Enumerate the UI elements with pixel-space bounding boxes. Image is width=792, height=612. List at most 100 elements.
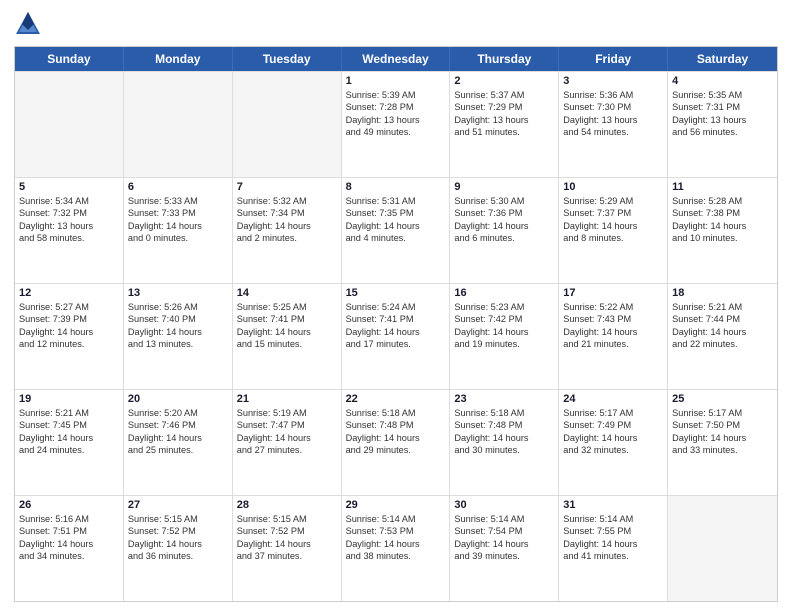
day-number: 2 <box>454 75 554 87</box>
week-row-1: 1Sunrise: 5:39 AMSunset: 7:28 PMDaylight… <box>15 71 777 177</box>
cell-line-2: Daylight: 13 hours <box>563 114 663 126</box>
cell-line-3: and 25 minutes. <box>128 444 228 456</box>
logo <box>14 10 46 38</box>
day-number: 10 <box>563 181 663 193</box>
cell-line-3: and 38 minutes. <box>346 550 446 562</box>
day-number: 19 <box>19 393 119 405</box>
week-row-2: 5Sunrise: 5:34 AMSunset: 7:32 PMDaylight… <box>15 177 777 283</box>
cell-line-1: Sunset: 7:52 PM <box>128 525 228 537</box>
day-cell-23: 23Sunrise: 5:18 AMSunset: 7:48 PMDayligh… <box>450 390 559 495</box>
cell-line-1: Sunset: 7:46 PM <box>128 419 228 431</box>
day-number: 24 <box>563 393 663 405</box>
cell-line-2: Daylight: 14 hours <box>128 432 228 444</box>
calendar: SundayMondayTuesdayWednesdayThursdayFrid… <box>14 46 778 602</box>
day-number: 16 <box>454 287 554 299</box>
cell-line-2: Daylight: 14 hours <box>454 326 554 338</box>
cell-line-3: and 10 minutes. <box>672 232 773 244</box>
day-number: 21 <box>237 393 337 405</box>
cell-line-2: Daylight: 14 hours <box>563 432 663 444</box>
day-cell-22: 22Sunrise: 5:18 AMSunset: 7:48 PMDayligh… <box>342 390 451 495</box>
day-number: 9 <box>454 181 554 193</box>
cell-line-0: Sunrise: 5:19 AM <box>237 407 337 419</box>
cell-line-1: Sunset: 7:51 PM <box>19 525 119 537</box>
day-cell-12: 12 Sunrise: 5:27 AMSunset: 7:39 PMDayligh… <box>15 284 124 389</box>
day-number: 22 <box>346 393 446 405</box>
cell-line-3: and 27 minutes. <box>237 444 337 456</box>
cell-line-3: and 58 minutes. <box>19 232 119 244</box>
cell-line-2: Daylight: 14 hours <box>454 432 554 444</box>
cell-line-1: Sunset: 7:40 PM <box>128 313 228 325</box>
day-cell-18: 18Sunrise: 5:21 AMSunset: 7:44 PMDayligh… <box>668 284 777 389</box>
cell-line-3: and 17 minutes. <box>346 338 446 350</box>
cell-line-1: Sunset: 7:35 PM <box>346 207 446 219</box>
cell-line-0: Sunrise: 5:27 AM <box>19 301 119 313</box>
day-cell-3: 3Sunrise: 5:36 AMSunset: 7:30 PMDaylight… <box>559 72 668 177</box>
day-cell-25: 25Sunrise: 5:17 AMSunset: 7:50 PMDayligh… <box>668 390 777 495</box>
day-number: 8 <box>346 181 446 193</box>
day-number: 15 <box>346 287 446 299</box>
cell-line-3: and 54 minutes. <box>563 126 663 138</box>
cell-line-3: and 32 minutes. <box>563 444 663 456</box>
cell-line-2: Daylight: 13 hours <box>672 114 773 126</box>
day-cell-31: 31Sunrise: 5:14 AMSunset: 7:55 PMDayligh… <box>559 496 668 601</box>
day-number: 5 <box>19 181 119 193</box>
day-number: 4 <box>672 75 773 87</box>
cell-line-0: Sunrise: 5:26 AM <box>128 301 228 313</box>
day-cell-8: 8Sunrise: 5:31 AMSunset: 7:35 PMDaylight… <box>342 178 451 283</box>
cell-line-0: Sunrise: 5:39 AM <box>346 89 446 101</box>
cell-line-2: Daylight: 14 hours <box>19 326 119 338</box>
cell-line-1: Sunset: 7:32 PM <box>19 207 119 219</box>
cell-line-2: Daylight: 14 hours <box>346 538 446 550</box>
empty-cell <box>15 72 124 177</box>
cell-line-3: and 56 minutes. <box>672 126 773 138</box>
cell-line-2: Daylight: 14 hours <box>454 220 554 232</box>
cell-line-1: Sunset: 7:36 PM <box>454 207 554 219</box>
cell-line-2: Daylight: 14 hours <box>346 220 446 232</box>
cell-line-2: Daylight: 14 hours <box>128 326 228 338</box>
day-number: 13 <box>128 287 228 299</box>
day-cell-14: 14Sunrise: 5:25 AMSunset: 7:41 PMDayligh… <box>233 284 342 389</box>
cell-line-3: and 29 minutes. <box>346 444 446 456</box>
cell-line-2: Daylight: 14 hours <box>563 538 663 550</box>
cell-line-2: Daylight: 14 hours <box>346 326 446 338</box>
day-cell-9: 9 Sunrise: 5:30 AMSunset: 7:36 PMDaylight… <box>450 178 559 283</box>
cell-line-1: Sunset: 7:53 PM <box>346 525 446 537</box>
cell-line-3: and 37 minutes. <box>237 550 337 562</box>
cell-line-3: and 22 minutes. <box>672 338 773 350</box>
week-row-5: 26Sunrise: 5:16 AMSunset: 7:51 PMDayligh… <box>15 495 777 601</box>
day-cell-17: 17Sunrise: 5:22 AMSunset: 7:43 PMDayligh… <box>559 284 668 389</box>
cell-line-2: Daylight: 14 hours <box>346 432 446 444</box>
cell-line-3: and 39 minutes. <box>454 550 554 562</box>
cell-line-3: and 2 minutes. <box>237 232 337 244</box>
cell-line-3: and 51 minutes. <box>454 126 554 138</box>
cell-line-3: and 8 minutes. <box>563 232 663 244</box>
day-number: 18 <box>672 287 773 299</box>
cell-line-0: Sunrise: 5:29 AM <box>563 195 663 207</box>
cell-line-0: Sunrise: 5:15 AM <box>128 513 228 525</box>
cell-line-0: Sunrise: 5:30 AM <box>454 195 554 207</box>
day-cell-4: 4Sunrise: 5:35 AMSunset: 7:31 PMDaylight… <box>668 72 777 177</box>
day-cell-27: 27Sunrise: 5:15 AMSunset: 7:52 PMDayligh… <box>124 496 233 601</box>
cell-line-1: Sunset: 7:37 PM <box>563 207 663 219</box>
header <box>14 10 778 38</box>
calendar-body: 1Sunrise: 5:39 AMSunset: 7:28 PMDaylight… <box>15 71 777 601</box>
header-day-thursday: Thursday <box>450 47 559 71</box>
day-number: 12 <box>19 287 119 299</box>
cell-line-3: and 4 minutes. <box>346 232 446 244</box>
cell-line-0: Sunrise: 5:35 AM <box>672 89 773 101</box>
cell-line-0: Sunrise: 5:18 AM <box>454 407 554 419</box>
cell-line-1: Sunset: 7:55 PM <box>563 525 663 537</box>
cell-line-0: Sunrise: 5:22 AM <box>563 301 663 313</box>
cell-line-0: Sunrise: 5:32 AM <box>237 195 337 207</box>
cell-line-2: Daylight: 14 hours <box>672 326 773 338</box>
cell-line-2: Daylight: 14 hours <box>672 432 773 444</box>
cell-line-1: Sunset: 7:39 PM <box>19 313 119 325</box>
cell-line-1: Sunset: 7:38 PM <box>672 207 773 219</box>
day-cell-6: 6Sunrise: 5:33 AMSunset: 7:33 PMDaylight… <box>124 178 233 283</box>
day-cell-16: 16Sunrise: 5:23 AMSunset: 7:42 PMDayligh… <box>450 284 559 389</box>
cell-line-0: Sunrise: 5:20 AM <box>128 407 228 419</box>
cell-line-3: and 0 minutes. <box>128 232 228 244</box>
cell-line-2: Daylight: 14 hours <box>563 220 663 232</box>
empty-cell <box>668 496 777 601</box>
cell-line-3: and 30 minutes. <box>454 444 554 456</box>
